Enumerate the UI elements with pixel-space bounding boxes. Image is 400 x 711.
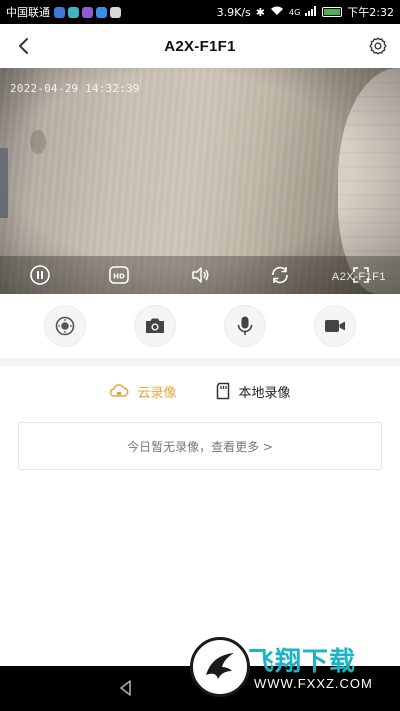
- network-speed: 3.9K/s: [216, 5, 251, 19]
- video-timestamp: 2022-04-29 14:32:39: [10, 82, 140, 95]
- rotate-button[interactable]: [268, 263, 292, 287]
- app-notification-icon: [68, 6, 79, 18]
- signal-type-label: 4G: [289, 7, 301, 17]
- signal-bars-icon: [305, 5, 317, 19]
- sd-card-icon: [216, 382, 229, 400]
- wifi-icon: [270, 6, 284, 19]
- rotate-icon: [272, 266, 288, 284]
- pause-button[interactable]: [28, 263, 52, 287]
- tab-label: 云录像: [137, 385, 177, 401]
- clock: 下午2:32: [347, 6, 394, 19]
- svg-text:HD: HD: [113, 273, 125, 281]
- live-video[interactable]: 2022-04-29 14:32:39 HD A2X-F1F1: [0, 68, 400, 294]
- app-notification-icon: [110, 6, 121, 18]
- watermark: 飞翔下载 WWW.FXXZ.COM: [190, 637, 386, 697]
- snapshot-button[interactable]: [134, 305, 176, 347]
- hd-button[interactable]: HD: [107, 263, 131, 287]
- watermark-domain: WWW.FXXZ.COM: [254, 676, 373, 691]
- ptz-button[interactable]: [44, 305, 86, 347]
- volume-button[interactable]: [188, 263, 212, 287]
- ptz-icon: [55, 316, 75, 336]
- tab-local-recording[interactable]: 本地录像: [215, 382, 291, 401]
- page-title: A2X-F1F1: [164, 37, 236, 55]
- chevron-left-icon: [19, 38, 28, 54]
- header: A2X-F1F1: [0, 24, 400, 68]
- pause-icon: [30, 265, 50, 285]
- app-notification-icon: [96, 6, 107, 18]
- camera-icon: [146, 318, 164, 333]
- video-record-icon: [325, 320, 345, 332]
- action-bar: [0, 294, 400, 358]
- nav-back-icon[interactable]: [116, 678, 136, 698]
- hd-icon: HD: [109, 266, 129, 284]
- tab-cloud-recording[interactable]: 云录像: [109, 382, 177, 401]
- talk-button[interactable]: [224, 305, 266, 347]
- video-controls-bar: HD A2X-F1F1: [0, 256, 400, 294]
- bluetooth-icon: ✱: [255, 5, 265, 19]
- tab-label: 本地录像: [238, 385, 291, 401]
- microphone-icon: [237, 316, 253, 335]
- status-bar: 中国联通 3.9K/s ✱ 4G 下午2:32: [0, 0, 400, 24]
- app-notification-icon: [82, 6, 93, 18]
- volume-icon: [192, 267, 209, 283]
- notification-icons: [54, 6, 121, 18]
- watermark-logo: [190, 637, 250, 697]
- gear-icon: [369, 37, 387, 55]
- section-divider: [0, 358, 400, 366]
- back-button[interactable]: [10, 32, 38, 60]
- cloud-icon: [110, 384, 129, 397]
- carrier-label: 中国联通: [6, 6, 50, 19]
- watermark-brand: 飞翔下载: [248, 647, 357, 677]
- battery-icon: [322, 7, 343, 17]
- recording-tabs: 云录像 本地录像: [0, 372, 400, 410]
- app-notification-icon: [54, 6, 65, 18]
- record-button[interactable]: [314, 305, 356, 347]
- settings-button[interactable]: [364, 32, 392, 60]
- video-overlay-device-name: A2X-F1F1: [331, 271, 386, 283]
- no-recording-view-more[interactable]: 今日暂无录像，查看更多 >: [18, 422, 382, 470]
